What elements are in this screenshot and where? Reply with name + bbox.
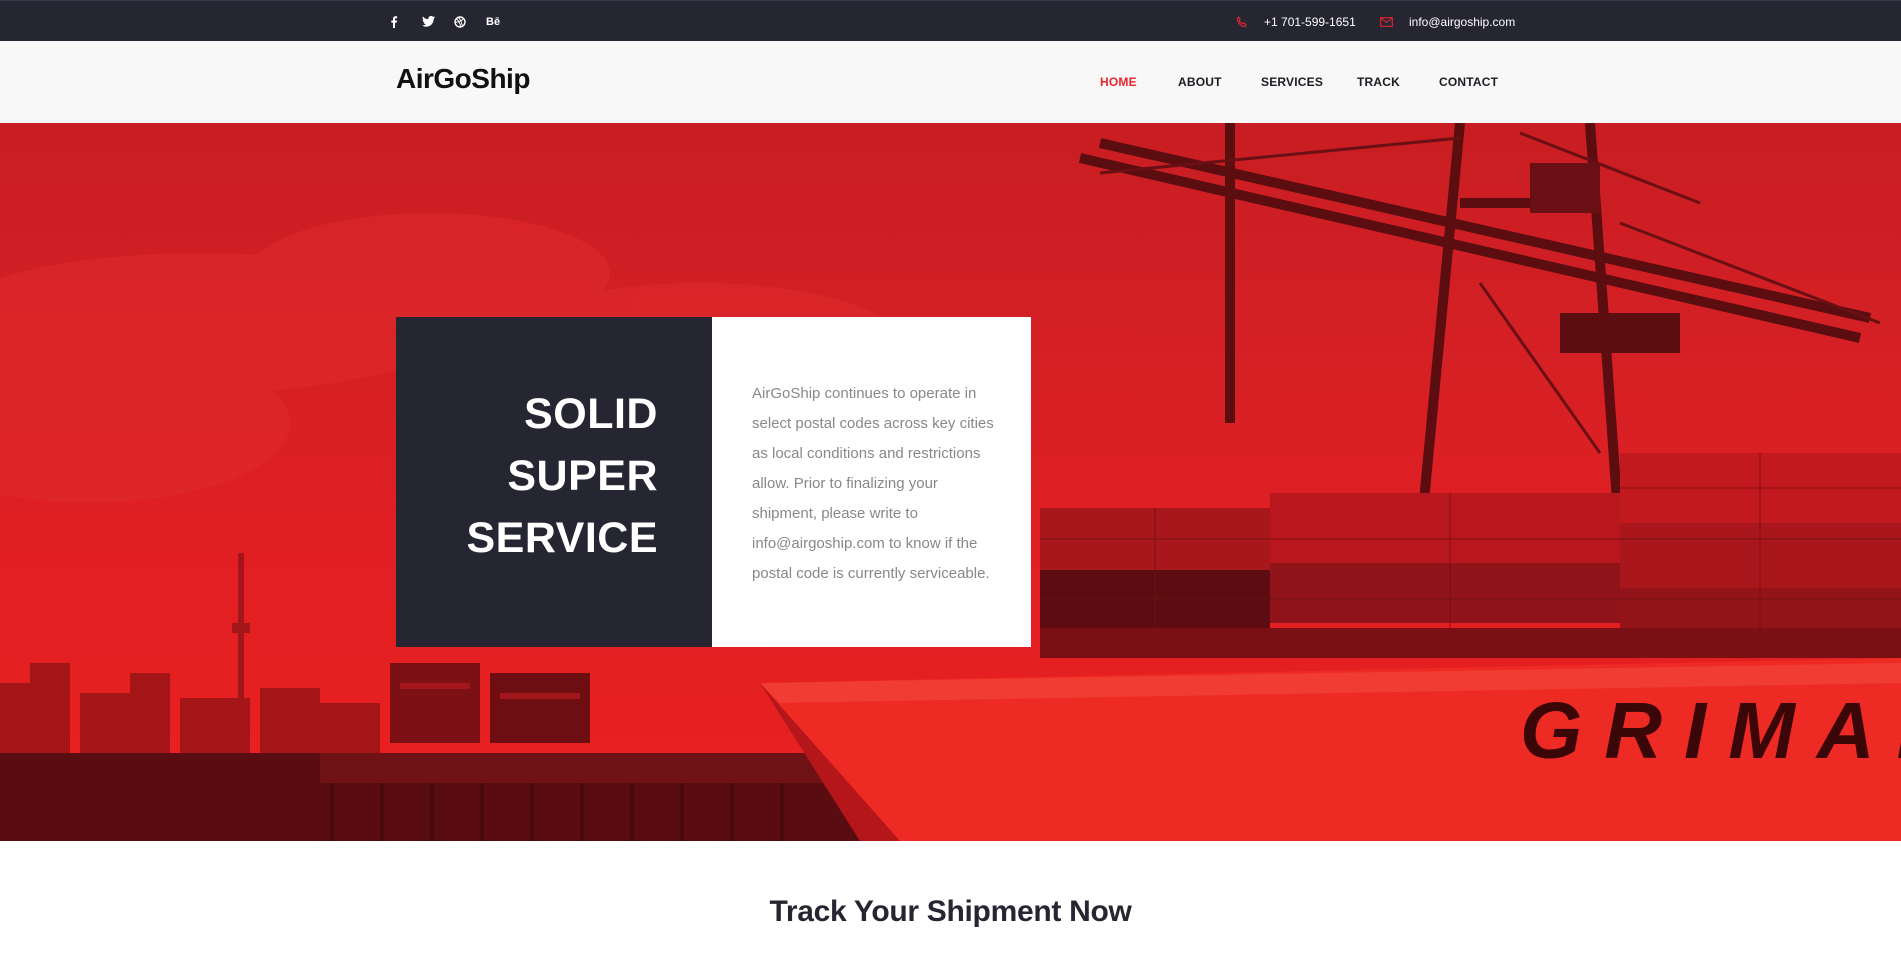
track-section-title: Track Your Shipment Now [769, 895, 1132, 928]
site-header: AirGoShip HOME ABOUT SERVICES TRACK CONT… [0, 41, 1901, 123]
nav-services[interactable]: SERVICES [1261, 75, 1323, 89]
dribbble-icon[interactable] [454, 1, 486, 42]
nav-home[interactable]: HOME [1100, 75, 1137, 89]
site-logo[interactable]: AirGoShip [396, 63, 530, 95]
hero-banner: GRIMAL SOLID SUPER SERVICE AirGoShip con… [0, 123, 1901, 841]
hero-text-panel: AirGoShip continues to operate in select… [712, 317, 1031, 647]
envelope-icon [1380, 16, 1393, 27]
twitter-icon[interactable] [422, 1, 454, 42]
hero-description: AirGoShip continues to operate in select… [752, 385, 994, 582]
hero-title-line-2: SUPER [507, 452, 658, 500]
email-address: info@airgoship.com [1409, 14, 1516, 29]
contact-email[interactable]: info@airgoship.com [1380, 1, 1515, 42]
phone-number: +1 701-599-1651 [1264, 14, 1356, 29]
hero-title-line-3: SERVICE [466, 514, 658, 562]
hero-title-panel: SOLID SUPER SERVICE [396, 317, 712, 647]
nav-contact[interactable]: CONTACT [1439, 75, 1498, 89]
hero-title-line-1: SOLID [524, 390, 658, 438]
top-bar: Bē +1 701-599-1651 info@airgoship.com [0, 0, 1901, 41]
behance-icon[interactable]: Bē [486, 1, 518, 42]
hero-title: SOLID SUPER SERVICE [467, 383, 659, 569]
ship-lettering: GRIMAL [1520, 686, 1901, 775]
social-links: Bē [390, 1, 518, 42]
phone-icon [1236, 15, 1248, 28]
facebook-icon[interactable] [390, 1, 422, 42]
contact-phone[interactable]: +1 701-599-1651 [1236, 1, 1356, 42]
nav-track[interactable]: TRACK [1357, 75, 1400, 89]
nav-about[interactable]: ABOUT [1178, 75, 1222, 89]
